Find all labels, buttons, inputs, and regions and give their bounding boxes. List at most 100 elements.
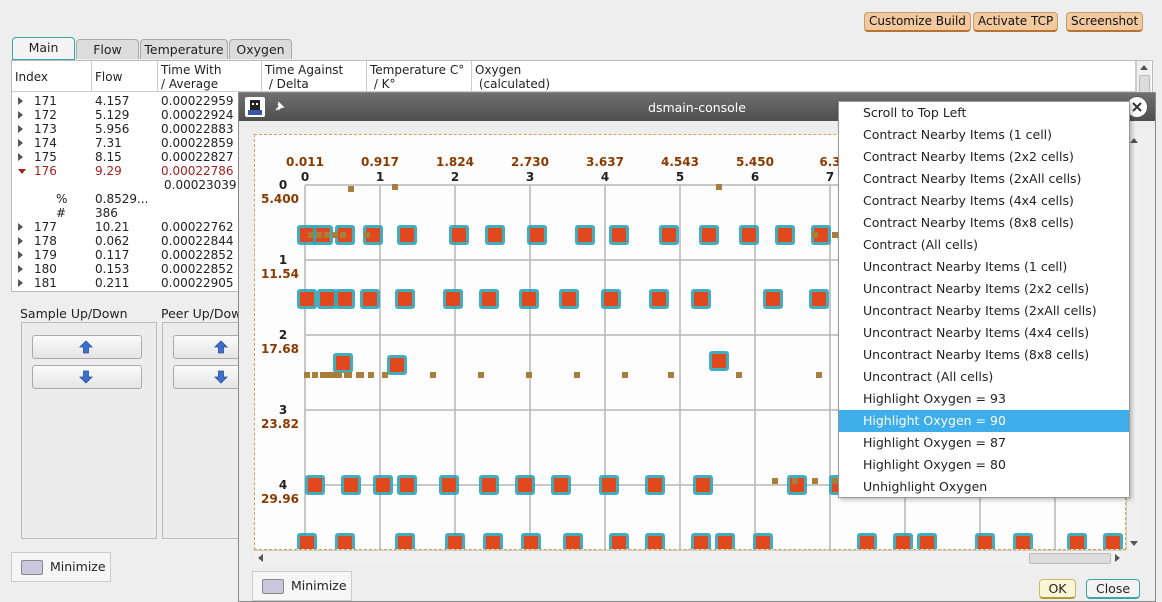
expand-icon[interactable] bbox=[18, 251, 23, 259]
tab-flow[interactable]: Flow bbox=[76, 39, 139, 59]
expand-icon[interactable] bbox=[18, 223, 23, 231]
header-label: Temperature C° bbox=[370, 63, 465, 77]
menu-item-contract-4x4[interactable]: Contract Nearby Items (4x4 cells) bbox=[839, 190, 1129, 212]
sample-up-button[interactable] bbox=[32, 335, 142, 359]
ok-button[interactable]: OK bbox=[1039, 579, 1076, 599]
column-header-temperature[interactable]: Temperature C° / K° bbox=[367, 61, 472, 92]
sample-group-label: Sample Up/Down bbox=[20, 306, 128, 321]
cell-marker bbox=[390, 358, 404, 372]
cell-dot bbox=[356, 372, 362, 378]
cell-index: 180 bbox=[34, 262, 57, 276]
cell-dot bbox=[368, 372, 374, 378]
menu-item-uncontract-8x8[interactable]: Uncontract Nearby Items (8x8 cells) bbox=[839, 344, 1129, 366]
cell-index: 172 bbox=[34, 108, 57, 122]
expand-icon[interactable] bbox=[18, 237, 23, 245]
hscroll-thumb[interactable] bbox=[1029, 553, 1111, 564]
console-minimize-button[interactable]: Minimize bbox=[252, 571, 352, 601]
expand-icon[interactable] bbox=[18, 265, 23, 273]
menu-item-highlight-93[interactable]: Highlight Oxygen = 93 bbox=[839, 388, 1129, 410]
column-header-index[interactable]: Index bbox=[12, 61, 92, 92]
cell-dot bbox=[478, 372, 484, 378]
tab-temperature[interactable]: Temperature bbox=[140, 39, 228, 59]
expand-icon[interactable] bbox=[18, 97, 23, 105]
menu-item-uncontract-2x2[interactable]: Uncontract Nearby Items (2x2 cells) bbox=[839, 278, 1129, 300]
cell-index: 181 bbox=[34, 276, 57, 290]
menu-item-contract-1[interactable]: Contract Nearby Items (1 cell) bbox=[839, 124, 1129, 146]
menu-item-uncontract-1[interactable]: Uncontract Nearby Items (1 cell) bbox=[839, 256, 1129, 278]
header-sublabel: / Delta bbox=[265, 77, 309, 91]
scroll-right-icon[interactable] bbox=[1115, 554, 1120, 562]
minimize-button[interactable]: Minimize bbox=[11, 552, 111, 582]
cell-dot bbox=[392, 184, 398, 190]
table-row[interactable]: 180 0.153 0.00022852 bbox=[12, 262, 242, 276]
table-row[interactable]: 175 8.15 0.00022827 bbox=[12, 150, 242, 164]
tab-main[interactable]: Main bbox=[12, 37, 75, 61]
cell-dot bbox=[316, 232, 322, 238]
table-row[interactable]: 181 0.211 0.00022905 bbox=[12, 276, 242, 290]
table-row[interactable]: 171 4.157 0.00022959 bbox=[12, 94, 242, 108]
screenshot-button[interactable]: Screenshot bbox=[1066, 12, 1144, 32]
cell-dot bbox=[328, 372, 334, 378]
cell-dot bbox=[812, 478, 818, 484]
cell-dot bbox=[308, 232, 314, 238]
cell-dot bbox=[304, 372, 310, 378]
peer-up-button[interactable] bbox=[173, 335, 245, 359]
peer-down-button[interactable] bbox=[173, 365, 245, 389]
menu-item-highlight-87[interactable]: Highlight Oxygen = 87 bbox=[839, 432, 1129, 454]
menu-item-uncontract-4x4[interactable]: Uncontract Nearby Items (4x4 cells) bbox=[839, 322, 1129, 344]
x-value-label: 5.450 bbox=[736, 155, 774, 169]
menu-item-contract-2xall[interactable]: Contract Nearby Items (2xAll cells) bbox=[839, 168, 1129, 190]
cell-dot bbox=[716, 184, 722, 190]
table-row[interactable]: 178 0.062 0.00022844 bbox=[12, 234, 242, 248]
column-header-time-against[interactable]: Time Against / Delta bbox=[262, 61, 367, 92]
cell-time: 0.00022844 bbox=[161, 234, 234, 248]
expand-icon[interactable] bbox=[18, 279, 23, 287]
menu-item-highlight-90[interactable]: Highlight Oxygen = 90 bbox=[839, 410, 1129, 432]
expand-icon[interactable] bbox=[18, 139, 23, 147]
cell-marker bbox=[742, 228, 756, 242]
menu-item-highlight-80[interactable]: Highlight Oxygen = 80 bbox=[839, 454, 1129, 476]
peer-group bbox=[162, 322, 245, 539]
menu-item-uncontract-all[interactable]: Uncontract (All cells) bbox=[839, 366, 1129, 388]
expand-icon[interactable] bbox=[18, 153, 23, 161]
cell-flow: 0.211 bbox=[95, 276, 130, 290]
cell-dot bbox=[364, 232, 370, 238]
menu-item-uncontract-2xall[interactable]: Uncontract Nearby Items (2xAll cells) bbox=[839, 300, 1129, 322]
gear-icon bbox=[262, 579, 284, 594]
column-header-oxygen[interactable]: Oxygen (calculated) bbox=[472, 61, 1136, 92]
console-hscrollbar[interactable] bbox=[254, 550, 1124, 565]
scroll-down-icon[interactable] bbox=[1130, 541, 1138, 546]
sample-down-button[interactable] bbox=[32, 365, 142, 389]
menu-item-unhighlight[interactable]: Unhighlight Oxygen bbox=[839, 476, 1129, 498]
collapse-icon[interactable] bbox=[18, 169, 26, 174]
cell-dot bbox=[668, 372, 674, 378]
close-button[interactable]: Close bbox=[1086, 579, 1140, 599]
expand-icon[interactable] bbox=[18, 125, 23, 133]
table-row[interactable]: 174 7.31 0.00022859 bbox=[12, 136, 242, 150]
expand-icon[interactable] bbox=[18, 111, 23, 119]
table-row[interactable]: 173 5.956 0.00022883 bbox=[12, 122, 242, 136]
menu-item-contract-all[interactable]: Contract (All cells) bbox=[839, 234, 1129, 256]
scroll-left-icon[interactable] bbox=[258, 554, 263, 562]
customize-build-button[interactable]: Customize Build bbox=[864, 12, 971, 32]
cell-dot bbox=[344, 372, 350, 378]
cell-marker bbox=[756, 536, 770, 549]
menu-item-contract-2x2[interactable]: Contract Nearby Items (2x2 cells) bbox=[839, 146, 1129, 168]
scroll-up-icon[interactable] bbox=[1140, 65, 1148, 70]
table-row[interactable]: 172 5.129 0.00022924 bbox=[12, 108, 242, 122]
cell-marker bbox=[562, 292, 576, 306]
arrow-down-icon bbox=[214, 370, 228, 384]
table-row[interactable]: 177 10.21 0.00022762 bbox=[12, 220, 242, 234]
column-header-flow[interactable]: Flow bbox=[92, 61, 158, 92]
cell-marker bbox=[1106, 536, 1120, 549]
tab-oxygen[interactable]: Oxygen bbox=[229, 39, 292, 59]
menu-item-scroll-top-left[interactable]: Scroll to Top Left bbox=[839, 102, 1129, 124]
cell-index: 177 bbox=[34, 220, 57, 234]
cell-dot bbox=[312, 372, 318, 378]
column-header-time-with[interactable]: Time With / Average bbox=[158, 61, 262, 92]
activate-tcp-button[interactable]: Activate TCP bbox=[973, 12, 1059, 32]
table-row-expanded[interactable]: 176 9.29 0.00022786 bbox=[12, 164, 242, 178]
menu-item-contract-8x8[interactable]: Contract Nearby Items (8x8 cells) bbox=[839, 212, 1129, 234]
table-row[interactable]: 179 0.117 0.00022852 bbox=[12, 248, 242, 262]
scroll-up-icon[interactable] bbox=[1130, 138, 1138, 143]
